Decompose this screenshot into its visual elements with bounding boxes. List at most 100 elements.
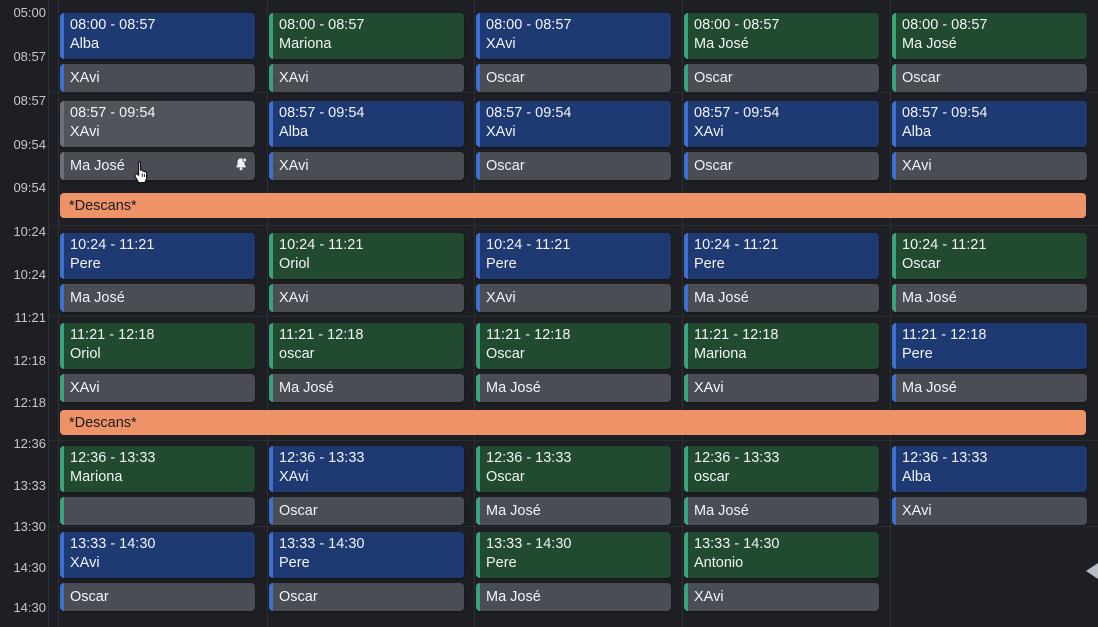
lesson-card[interactable]: 10:24 - 11:21 Pere (476, 233, 671, 279)
lesson-card[interactable]: 11:21 - 12:18 Oscar (476, 323, 671, 369)
break-bar[interactable]: *Descans* (60, 410, 1086, 435)
lesson-time: 08:57 - 09:54 (694, 105, 780, 121)
substitute-slot[interactable]: Oscar (684, 152, 879, 180)
teacher-name: Pere (902, 346, 933, 362)
substitute-name: XAvi (902, 158, 932, 174)
lesson-card[interactable]: 11:21 - 12:18 oscar (269, 323, 464, 369)
substitute-slot[interactable]: XAvi (269, 152, 464, 180)
lesson-card[interactable]: 08:57 - 09:54 XAvi (684, 101, 879, 147)
teacher-name: Mariona (279, 36, 332, 52)
grid-row-divider (48, 225, 1098, 226)
substitute-name: Ma José (486, 380, 541, 396)
substitute-slot[interactable]: Ma José (476, 583, 671, 611)
time-axis-label: 10:24 (13, 224, 46, 239)
teacher-name: Oscar (486, 469, 525, 485)
substitute-slot[interactable]: Oscar (60, 583, 255, 611)
substitute-name: XAvi (70, 380, 100, 396)
substitute-slot[interactable]: Ma José (684, 284, 879, 312)
substitute-slot[interactable]: Oscar (269, 583, 464, 611)
lesson-card[interactable]: 10:24 - 11:21 Oscar (892, 233, 1087, 279)
collapse-arrow-icon[interactable] (1086, 563, 1098, 579)
lesson-card[interactable]: 08:57 - 09:54 XAvi (476, 101, 671, 147)
lesson-card[interactable]: 10:24 - 11:21 Oriol (269, 233, 464, 279)
lesson-card[interactable]: 08:00 - 08:57 XAvi (476, 13, 671, 59)
teacher-name: oscar (279, 346, 315, 362)
substitute-name: Ma José (70, 158, 125, 174)
substitute-slot[interactable]: XAvi (476, 284, 671, 312)
substitute-name: Ma José (70, 290, 125, 306)
grid-row-divider (48, 526, 1098, 527)
lesson-time: 08:00 - 08:57 (902, 17, 988, 33)
lesson-card[interactable]: 10:24 - 11:21 Pere (60, 233, 255, 279)
lesson-card[interactable]: 12:36 - 13:33 XAvi (269, 446, 464, 492)
substitute-slot[interactable]: XAvi (892, 152, 1087, 180)
bell-icon[interactable] (234, 157, 248, 171)
teacher-name: Pere (694, 256, 725, 272)
teacher-name: XAvi (70, 555, 100, 571)
lesson-card[interactable]: 11:21 - 12:18 Oriol (60, 323, 255, 369)
substitute-name: Oscar (279, 589, 318, 605)
substitute-slot[interactable]: XAvi (60, 64, 255, 92)
substitute-slot[interactable]: XAvi (269, 284, 464, 312)
substitute-slot[interactable]: XAvi (892, 497, 1087, 525)
lesson-card[interactable]: 08:00 - 08:57 Alba (60, 13, 255, 59)
teacher-name: Mariona (694, 346, 747, 362)
substitute-slot[interactable] (60, 497, 255, 525)
lesson-card[interactable]: 11:21 - 12:18 Pere (892, 323, 1087, 369)
substitute-slot[interactable]: Ma José (60, 152, 255, 180)
substitute-slot[interactable]: XAvi (684, 374, 879, 402)
lesson-card[interactable]: 12:36 - 13:33 Mariona (60, 446, 255, 492)
substitute-name: Ma José (486, 589, 541, 605)
lesson-card[interactable]: 12:36 - 13:33 Oscar (476, 446, 671, 492)
teacher-name: XAvi (486, 124, 516, 140)
lesson-card[interactable]: 13:33 - 14:30 XAvi (60, 532, 255, 578)
substitute-slot[interactable]: Oscar (476, 152, 671, 180)
teacher-name: Ma José (694, 36, 749, 52)
substitute-slot[interactable]: XAvi (269, 64, 464, 92)
lesson-card[interactable]: 08:57 - 09:54 Alba (269, 101, 464, 147)
substitute-slot[interactable]: Ma José (476, 497, 671, 525)
time-axis-label: 14:30 (13, 600, 46, 615)
time-axis-label: 09:54 (13, 180, 46, 195)
lesson-card[interactable]: 13:33 - 14:30 Pere (269, 532, 464, 578)
teacher-name: Oscar (486, 346, 525, 362)
substitute-slot[interactable]: Ma José (269, 374, 464, 402)
substitute-slot[interactable]: Ma José (60, 284, 255, 312)
lesson-card[interactable]: 08:57 - 09:54 Alba (892, 101, 1087, 147)
substitute-name: XAvi (279, 158, 309, 174)
substitute-slot[interactable]: Oscar (269, 497, 464, 525)
substitute-slot[interactable]: XAvi (684, 583, 879, 611)
time-axis-label: 08:57 (13, 93, 46, 108)
lesson-card[interactable]: 10:24 - 11:21 Pere (684, 233, 879, 279)
lesson-time: 10:24 - 11:21 (694, 237, 779, 253)
lesson-card[interactable]: 08:00 - 08:57 Mariona (269, 13, 464, 59)
lesson-time: 11:21 - 12:18 (70, 327, 155, 343)
lesson-card[interactable]: 13:33 - 14:30 Pere (476, 532, 671, 578)
time-axis-label: 12:18 (13, 395, 46, 410)
lesson-card[interactable]: 08:00 - 08:57 Ma José (892, 13, 1087, 59)
substitute-slot[interactable]: Ma José (684, 497, 879, 525)
time-axis-label: 10:24 (13, 267, 46, 282)
substitute-slot[interactable]: Ma José (892, 284, 1087, 312)
lesson-card[interactable]: 13:33 - 14:30 Antonio (684, 532, 879, 578)
time-axis-label: 14:30 (13, 560, 46, 575)
substitute-slot[interactable]: Ma José (892, 374, 1087, 402)
lesson-card[interactable]: 08:00 - 08:57 Ma José (684, 13, 879, 59)
substitute-slot[interactable]: Oscar (684, 64, 879, 92)
teacher-name: Pere (486, 555, 517, 571)
substitute-name: XAvi (694, 589, 724, 605)
time-axis-label: 08:57 (13, 49, 46, 64)
lesson-card[interactable]: 11:21 - 12:18 Mariona (684, 323, 879, 369)
lesson-time: 13:33 - 14:30 (486, 536, 572, 552)
break-bar[interactable]: *Descans* (60, 193, 1086, 218)
substitute-name: Oscar (694, 70, 733, 86)
substitute-slot[interactable]: Ma José (476, 374, 671, 402)
substitute-slot[interactable]: XAvi (60, 374, 255, 402)
substitute-slot[interactable]: Oscar (892, 64, 1087, 92)
lesson-card[interactable]: 08:57 - 09:54 XAvi (60, 101, 255, 147)
substitute-name: XAvi (279, 70, 309, 86)
substitute-slot[interactable]: Oscar (476, 64, 671, 92)
lesson-card[interactable]: 12:36 - 13:33 Alba (892, 446, 1087, 492)
substitute-name: Ma José (902, 290, 957, 306)
lesson-card[interactable]: 12:36 - 13:33 oscar (684, 446, 879, 492)
